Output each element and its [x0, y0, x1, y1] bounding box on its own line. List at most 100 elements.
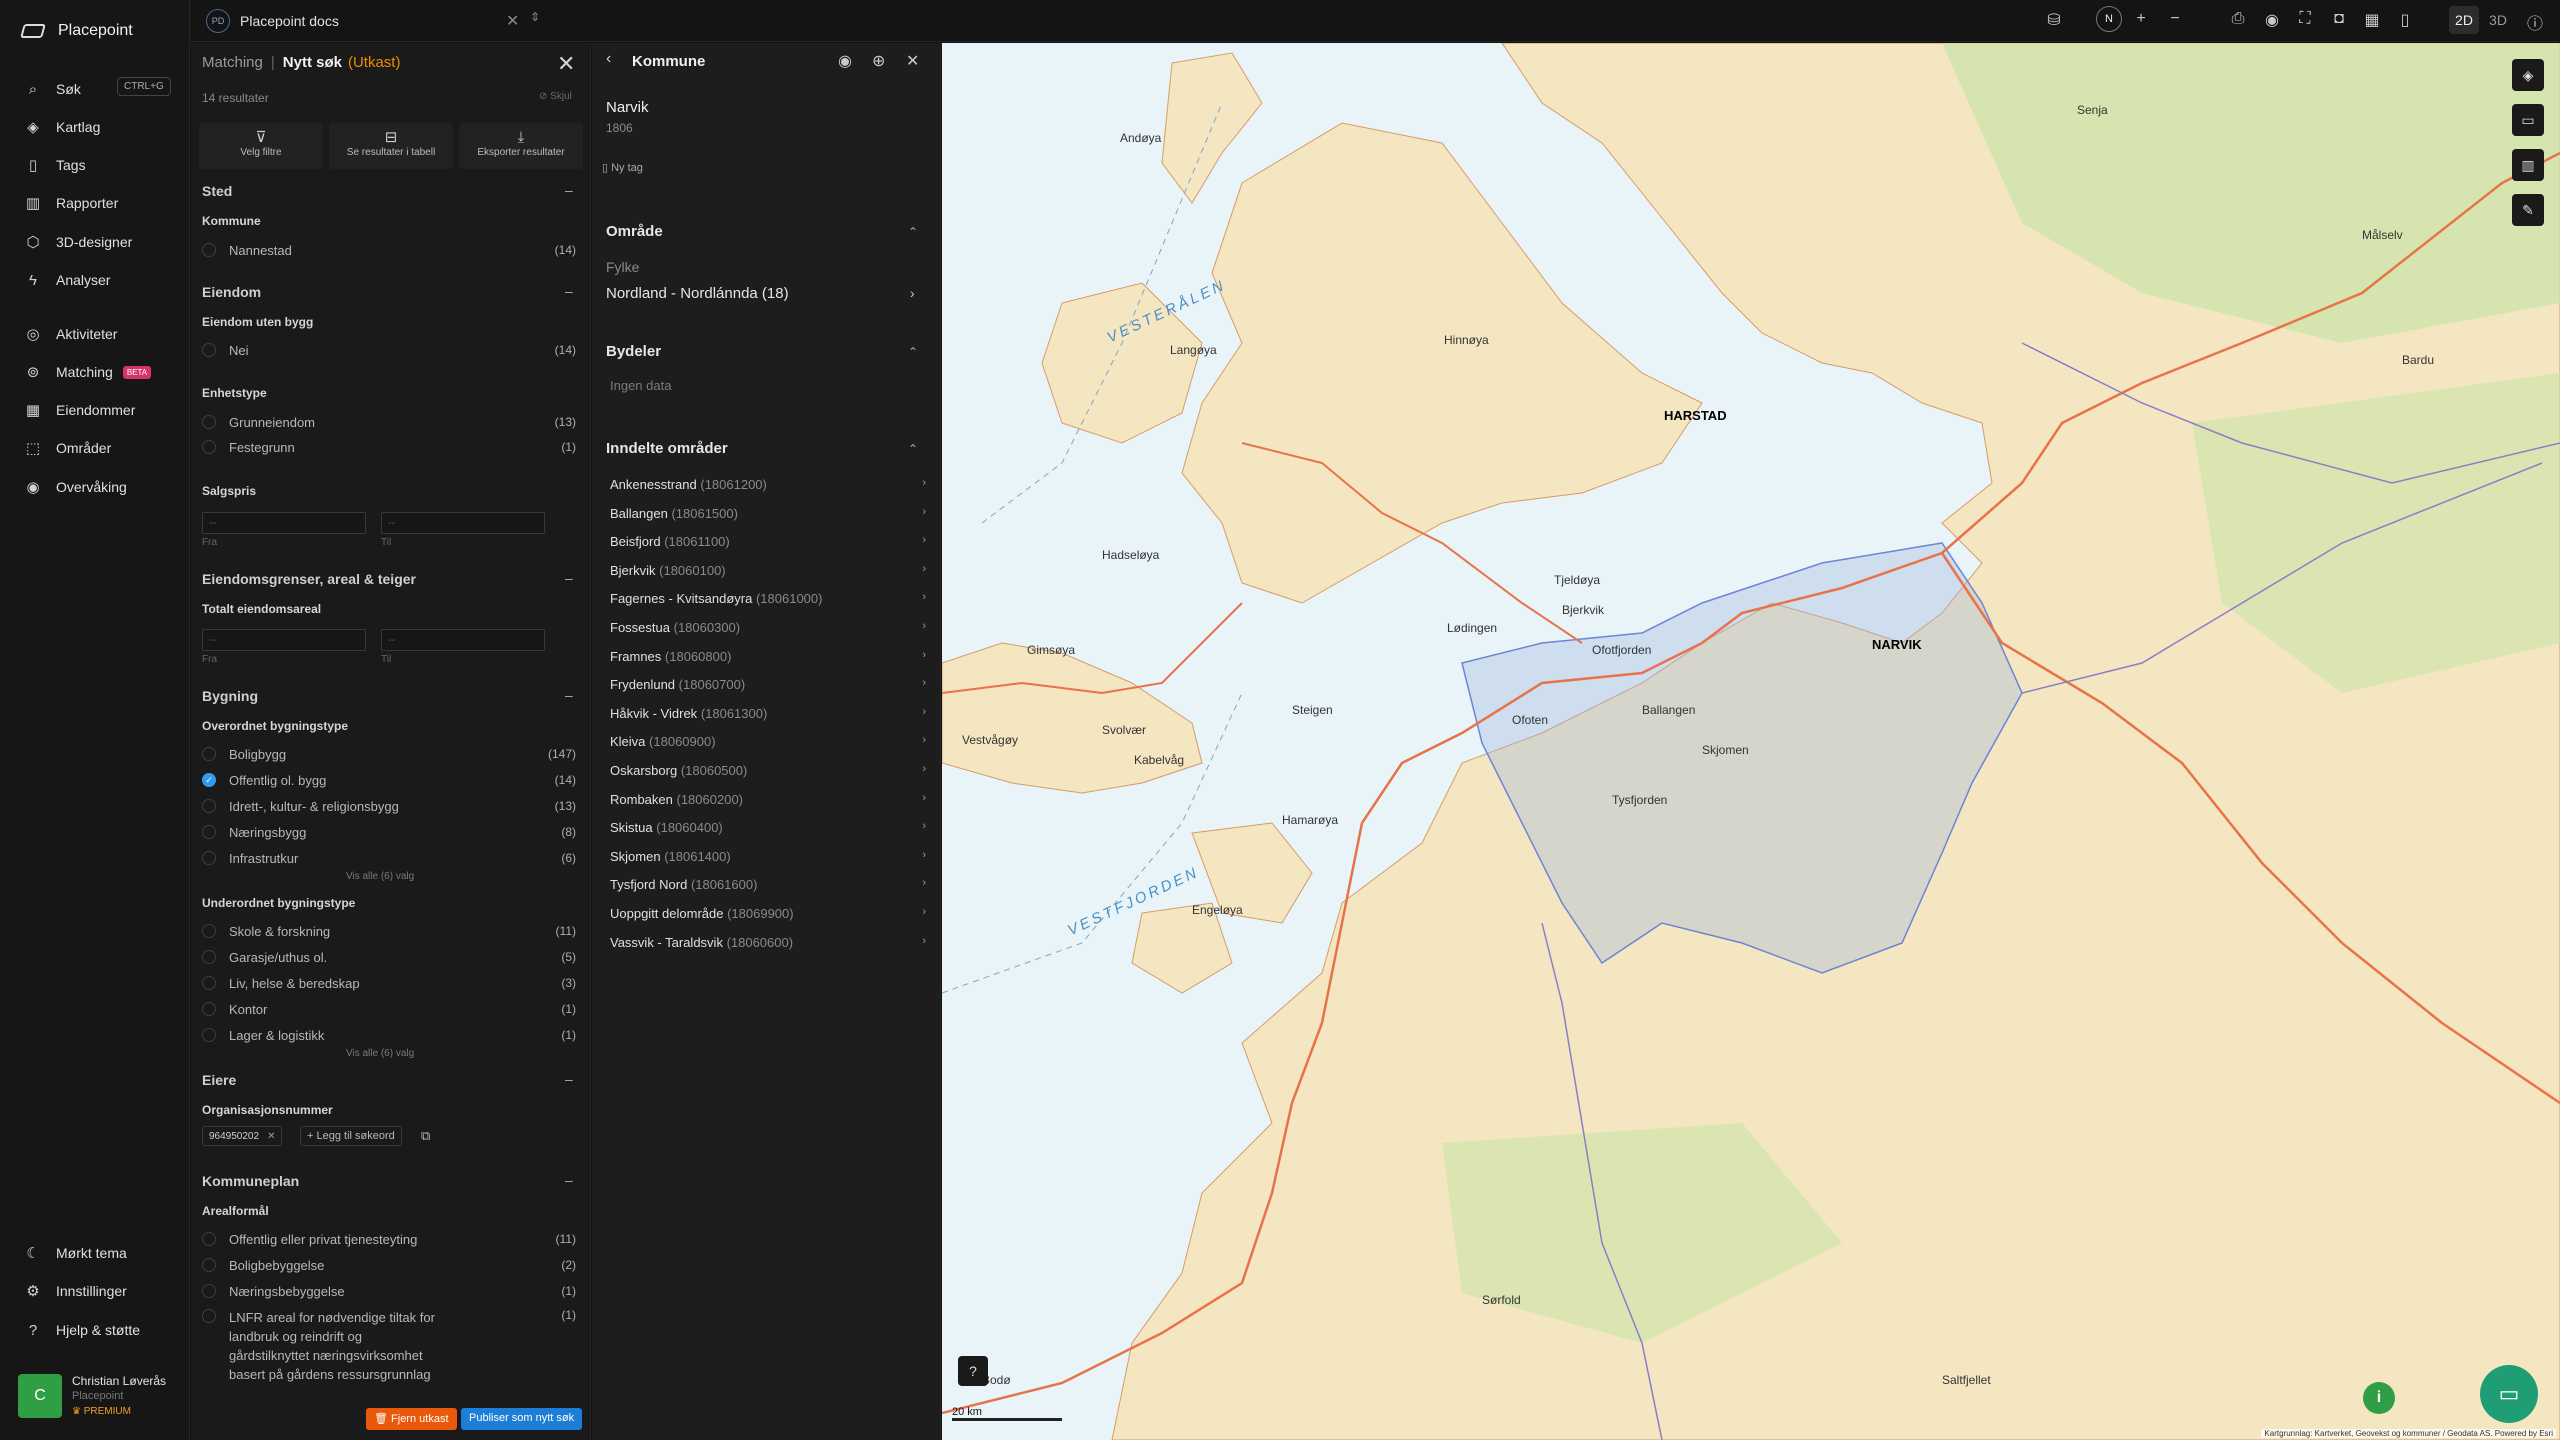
filter-option[interactable]: Næringsbygg (8) — [202, 823, 576, 841]
area-to-input[interactable]: -- — [381, 629, 545, 651]
breadcrumb-matching[interactable]: Matching — [202, 54, 263, 71]
price-from-input[interactable]: -- — [202, 512, 366, 534]
map-draw-button[interactable]: ✎ — [2512, 194, 2544, 226]
filter-option[interactable]: Idrett-, kultur- & religionsbygg (13) — [202, 797, 576, 815]
nav-item-rapporter[interactable]: ▥ Rapporter — [24, 191, 118, 215]
area-row[interactable]: Bjerkvik (18060100) › — [610, 563, 926, 583]
filter-option[interactable]: ✓ Offentlig ol. bygg (14) — [202, 771, 576, 789]
area-row[interactable]: Skjomen (18061400) › — [610, 849, 926, 869]
checkbox[interactable] — [202, 976, 216, 990]
collapse-icon[interactable]: – — [565, 1172, 573, 1188]
chat-button[interactable]: ▭ — [2480, 1365, 2538, 1423]
checkbox[interactable] — [202, 924, 216, 938]
checkbox[interactable] — [202, 243, 216, 257]
price-to-input[interactable]: -- — [381, 512, 545, 534]
section-grenser[interactable]: Eiendomsgrenser, areal & teiger — [202, 571, 416, 587]
checkbox[interactable] — [202, 825, 216, 839]
area-row[interactable]: Beisfjord (18061100) › — [610, 534, 926, 554]
filter-option[interactable]: Kontor (1) — [202, 1000, 576, 1018]
area-row[interactable]: Uoppgitt delområde (18069900) › — [610, 906, 926, 926]
nav-item-help[interactable]: ? Hjelp & støtte — [24, 1318, 140, 1342]
area-row[interactable]: Fagernes - Kvitsandøyra (18061000) › — [610, 591, 926, 611]
layers-stack-icon[interactable]: ⛁ — [2043, 10, 2065, 30]
checkbox[interactable] — [202, 799, 216, 813]
nav-item-3d-designer[interactable]: ⬡ 3D-designer — [24, 230, 132, 254]
checkbox[interactable] — [202, 1002, 216, 1016]
checkbox-checked[interactable]: ✓ — [202, 773, 216, 787]
fylke-value[interactable]: Nordland - Nordlánnda (18) — [606, 285, 789, 302]
section-sted[interactable]: Sted — [202, 183, 232, 199]
area-row[interactable]: Håkvik - Vidrek (18061300) › — [610, 706, 926, 726]
print-icon[interactable]: ⎙ — [2227, 10, 2249, 28]
filter-option[interactable]: Infrastrutkur (6) — [202, 849, 576, 867]
map-measure-button[interactable]: ▭ — [2512, 104, 2544, 136]
filter-option[interactable]: Lager & logistikk (1) — [202, 1026, 576, 1044]
collapse-icon[interactable]: – — [565, 283, 573, 299]
back-icon[interactable]: ‹ — [606, 50, 611, 68]
nav-item-kartlag[interactable]: ◈ Kartlag — [24, 115, 100, 139]
hide-button[interactable]: ⊘ Skjul — [539, 91, 572, 102]
filter-option[interactable]: Næringsbebyggelse (1) — [202, 1282, 576, 1300]
area-row[interactable]: Fossestua (18060300) › — [610, 620, 926, 640]
zoom-out-icon[interactable]: − — [2164, 10, 2186, 28]
chevron-up-icon[interactable]: ⌃ — [908, 225, 918, 239]
filter-option[interactable]: Skole & forskning (11) — [202, 922, 576, 940]
chevron-up-icon[interactable]: ⌃ — [908, 345, 918, 359]
eye-icon[interactable]: ◉ — [2261, 10, 2283, 30]
section-eiere[interactable]: Eiere — [202, 1072, 236, 1088]
chevron-right-icon[interactable]: › — [910, 285, 915, 301]
area-row[interactable]: Tysfjord Nord (18061600) › — [610, 877, 926, 897]
map-info-button[interactable]: i — [2363, 1382, 2395, 1414]
eye-icon[interactable]: ◉ — [838, 51, 852, 71]
show-all-link[interactable]: Vis alle (6) valg — [346, 1048, 414, 1059]
checkbox[interactable] — [202, 1284, 216, 1298]
area-row[interactable]: Skistua (18060400) › — [610, 820, 926, 840]
new-tag-button[interactable]: ▯ Ny tag — [602, 161, 643, 174]
keyword-chip[interactable]: 964950202 ✕ — [202, 1126, 283, 1146]
nav-item-overvaking[interactable]: ◉ Overvåking — [24, 475, 126, 499]
area-row[interactable]: Oskarsborg (18060500) › — [610, 763, 926, 783]
area-row[interactable]: Frydenlund (18060700) › — [610, 677, 926, 697]
chevron-updown-icon[interactable]: ⇕ — [530, 10, 540, 24]
area-row[interactable]: Vassvik - Taraldsvik (18060600) › — [610, 935, 926, 955]
area-from-input[interactable]: -- — [202, 629, 366, 651]
collapse-icon[interactable]: – — [565, 1071, 573, 1087]
fullscreen-icon[interactable]: ⛶ — [2294, 10, 2316, 28]
brand[interactable]: Placepoint — [20, 22, 133, 40]
filter-option[interactable]: Grunneiendom (13) — [202, 413, 576, 431]
section-bygning[interactable]: Bygning — [202, 688, 258, 704]
nav-item-omrader[interactable]: ⬚ Områder — [24, 436, 111, 460]
filter-option[interactable]: Garasje/uthus ol. (5) — [202, 948, 576, 966]
filter-option[interactable]: Boligbebyggelse (2) — [202, 1256, 576, 1274]
checkbox[interactable] — [202, 1232, 216, 1246]
copy-icon[interactable]: ⧉ — [421, 1128, 430, 1144]
export-button[interactable]: ⤓ Eksporter resultater — [459, 123, 583, 169]
section-inndelte[interactable]: Inndelte områder — [606, 440, 728, 457]
area-row[interactable]: Ballangen (18061500) › — [610, 506, 926, 526]
nav-item-eiendommer[interactable]: ▦ Eiendommer — [24, 398, 135, 422]
user-profile[interactable]: C Christian Løverås Placepoint ♛ PREMIUM — [18, 1374, 178, 1422]
remove-chip-icon[interactable]: ✕ — [267, 1131, 275, 1142]
filter-option[interactable]: Boligbygg (147) — [202, 745, 576, 763]
map-layers-button[interactable]: ◈ — [2512, 59, 2544, 91]
bookmark-icon[interactable]: ▯ — [2394, 10, 2416, 30]
close-icon[interactable]: ✕ — [557, 51, 575, 77]
checkbox[interactable] — [202, 1258, 216, 1272]
nav-item-analyser[interactable]: ϟ Analyser — [24, 268, 110, 292]
collapse-icon[interactable]: – — [565, 687, 573, 703]
collapse-icon[interactable]: – — [565, 182, 573, 198]
select-filters-button[interactable]: ⊽ Velg filtre — [199, 123, 323, 169]
zoom-in-icon[interactable]: + — [2130, 10, 2152, 28]
remove-draft-button[interactable]: 🗑︎ Fjern utkast — [366, 1408, 457, 1430]
filter-option[interactable]: Festegrunn (1) — [202, 438, 576, 456]
crosshair-icon[interactable]: ⊕ — [872, 51, 885, 71]
filter-option[interactable]: Offentlig eller privat tjenesteyting (11) — [202, 1230, 576, 1248]
clear-icon[interactable]: ✕ — [506, 11, 519, 31]
section-bydeler[interactable]: Bydeler — [606, 343, 661, 360]
publish-search-button[interactable]: Publiser som nytt søk — [461, 1408, 583, 1430]
section-omrade[interactable]: Område — [606, 223, 663, 240]
filter-option[interactable]: Nei (14) — [202, 341, 576, 359]
area-row[interactable]: Ankenesstrand (18061200) › — [610, 477, 926, 497]
checkbox[interactable] — [202, 343, 216, 357]
filter-option[interactable]: Liv, helse & beredskap (3) — [202, 974, 576, 992]
